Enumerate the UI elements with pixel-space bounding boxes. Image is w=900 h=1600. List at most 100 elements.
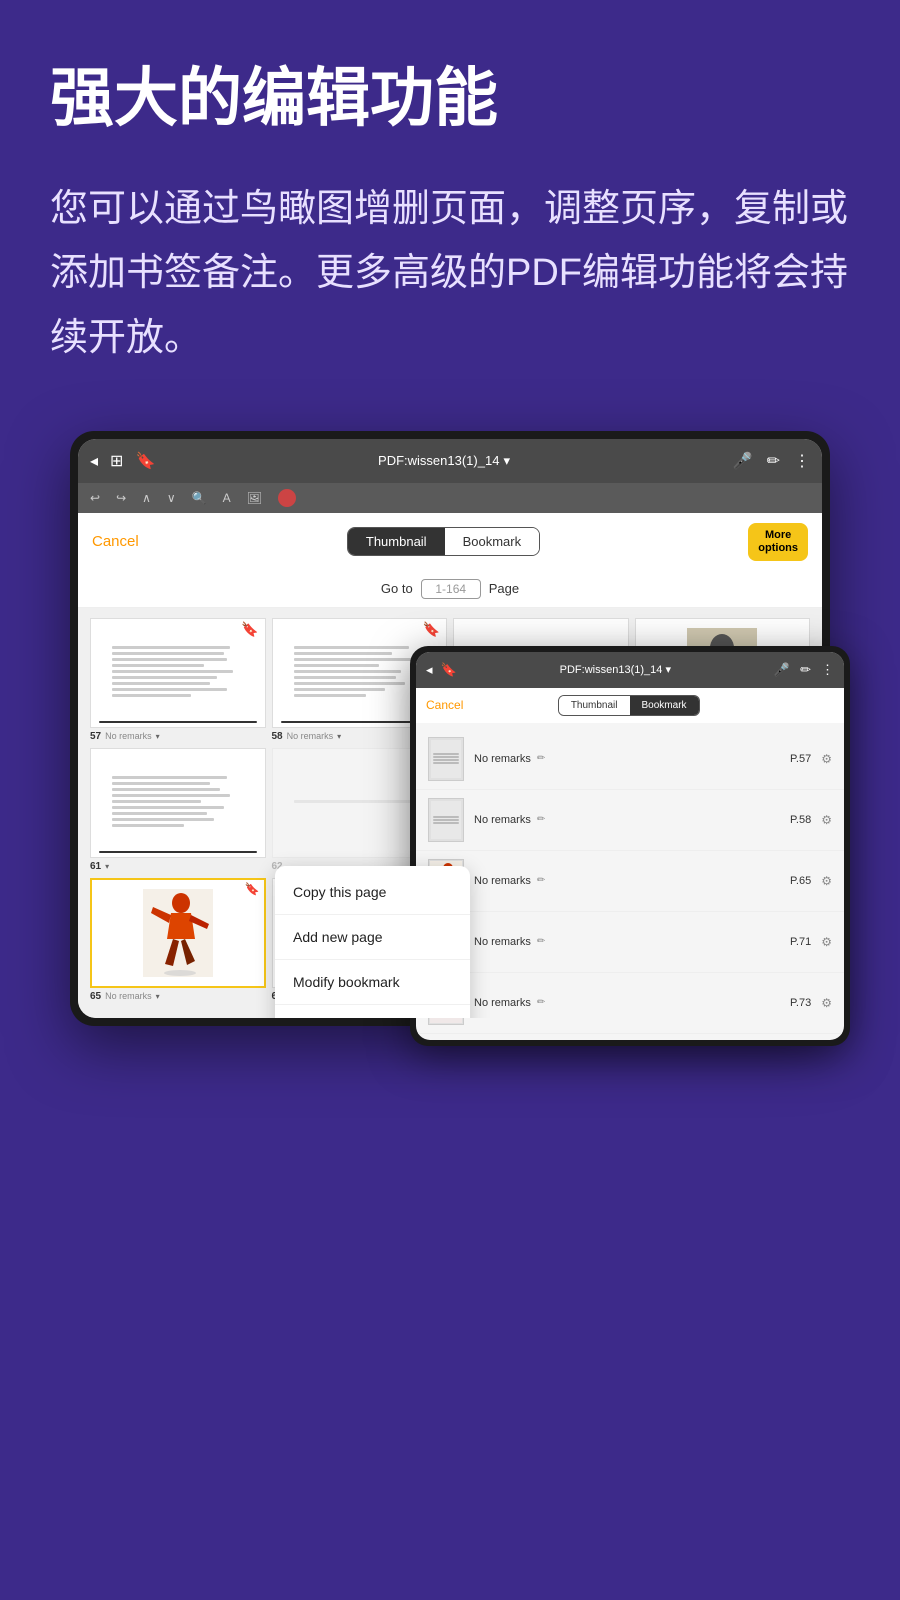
- thumb-lines-61: [108, 768, 247, 838]
- context-menu: Copy this page Add new page Modify bookm…: [275, 866, 470, 1018]
- bookmark-57: 🔖: [241, 621, 258, 638]
- bm-thumb-58: [428, 798, 464, 842]
- second-cancel-button[interactable]: Cancel: [426, 698, 463, 712]
- second-top-bar-left: ◂ 🔖: [426, 662, 457, 678]
- second-top-bar-title: PDF:wissen13(1)_14 ▾: [560, 663, 671, 676]
- top-bar-left: ◂ ⊞ 🔖: [90, 451, 155, 471]
- bm-settings-71[interactable]: ⚙: [821, 935, 832, 949]
- chevron-65[interactable]: ▾: [156, 992, 160, 1001]
- chevron-58[interactable]: ▾: [337, 732, 341, 741]
- bm-page-58: P.58: [790, 814, 811, 826]
- bm-text-57: No remarks: [474, 753, 531, 765]
- second-tab-group: Thumbnail Bookmark: [558, 695, 700, 716]
- bm-content-71: No remarks ✏: [474, 936, 780, 948]
- nav-down-icon[interactable]: ∨: [167, 491, 176, 505]
- menu-item-delete[interactable]: Delete this page: [275, 1005, 470, 1018]
- grid-icon[interactable]: ⊞: [110, 451, 123, 471]
- thumb-img-65[interactable]: 🔖: [90, 878, 266, 988]
- thumb-lines-57: [108, 638, 247, 708]
- bm-text-65: No remarks: [474, 875, 531, 887]
- bm-edit-71[interactable]: ✏: [537, 936, 545, 947]
- second-mic-icon[interactable]: 🎤: [774, 662, 790, 678]
- more-options-button[interactable]: Moreoptions: [748, 523, 808, 561]
- bm-text-71: No remarks: [474, 936, 531, 948]
- goto-input[interactable]: 1-164: [421, 579, 481, 599]
- bookmark-65: 🔖: [245, 882, 260, 896]
- second-pen-icon[interactable]: ✏: [800, 662, 811, 678]
- bm-content-65: No remarks ✏: [474, 875, 780, 887]
- bm-edit-57[interactable]: ✏: [537, 753, 545, 764]
- chevron-61[interactable]: ▾: [105, 862, 109, 871]
- top-bar-title: PDF:wissen13(1)_14 ▾: [378, 453, 510, 469]
- thumb-label-57: 57 No remarks ▾: [90, 731, 266, 742]
- second-top-bar: ◂ 🔖 PDF:wissen13(1)_14 ▾ 🎤 ✏ ⋮: [416, 652, 844, 688]
- thumb-cell-65: 🔖: [90, 878, 266, 1002]
- bm-edit-58[interactable]: ✏: [537, 814, 545, 825]
- tab-group: Thumbnail Bookmark: [347, 527, 540, 556]
- second-tab-thumbnail[interactable]: Thumbnail: [559, 696, 630, 715]
- menu-item-copy[interactable]: Copy this page: [275, 870, 470, 915]
- bookmark-58: 🔖: [423, 621, 440, 638]
- panel-header: Cancel Thumbnail Bookmark Moreoptions: [78, 513, 822, 571]
- bookmark-list: No remarks ✏ P.57 ⚙: [416, 723, 844, 1040]
- bm-content-58: No remarks ✏: [474, 814, 780, 826]
- mic-icon[interactable]: 🎤: [733, 451, 753, 471]
- back-icon[interactable]: ◂: [90, 451, 98, 471]
- bm-edit-73[interactable]: ✏: [537, 997, 545, 1008]
- page-container: 强大的编辑功能 您可以通过鸟瞰图增删页面，调整页序，复制或添加书签备注。更多高级…: [0, 0, 900, 1600]
- hero-title: 强大的编辑功能: [50, 60, 850, 137]
- bm-page-73: P.73: [790, 997, 811, 1009]
- top-bar-right: 🎤 ✏ ⋮: [733, 451, 810, 471]
- search-icon[interactable]: 🔍: [192, 491, 207, 505]
- menu-item-modify[interactable]: Modify bookmark: [275, 960, 470, 1005]
- bookmark-icon[interactable]: 🔖: [135, 451, 155, 471]
- hero-description: 您可以通过鸟瞰图增删页面，调整页序，复制或添加书签备注。更多高级的PDF编辑功能…: [50, 177, 850, 371]
- illustration-65: [143, 889, 213, 977]
- bm-page-57: P.57: [790, 753, 811, 765]
- tab-thumbnail[interactable]: Thumbnail: [348, 528, 445, 555]
- thumb-label-61: 61 ▾: [90, 861, 266, 872]
- menu-item-add[interactable]: Add new page: [275, 915, 470, 960]
- bm-settings-65[interactable]: ⚙: [821, 874, 832, 888]
- tab-bookmark[interactable]: Bookmark: [445, 528, 540, 555]
- toolbar-strip: ↩ ↪ ∧ ∨ 🔍 A 🖼: [78, 483, 822, 513]
- second-tab-bookmark[interactable]: Bookmark: [630, 696, 699, 715]
- second-more-icon[interactable]: ⋮: [821, 662, 834, 678]
- pen-icon[interactable]: ✏: [767, 451, 780, 471]
- bm-settings-58[interactable]: ⚙: [821, 813, 832, 827]
- top-bar: ◂ ⊞ 🔖 PDF:wissen13(1)_14 ▾ 🎤 ✏ ⋮: [78, 439, 822, 483]
- bm-page-65: P.65: [790, 875, 811, 887]
- thumb-cell-57: 🔖: [90, 618, 266, 742]
- chevron-57[interactable]: ▾: [156, 732, 160, 741]
- second-device-screen: ◂ 🔖 PDF:wissen13(1)_14 ▾ 🎤 ✏ ⋮ Ca: [416, 652, 844, 1040]
- second-back-icon[interactable]: ◂: [426, 662, 433, 678]
- bm-page-71: P.71: [790, 936, 811, 948]
- format-icon[interactable]: A: [223, 491, 231, 505]
- bm-settings-73[interactable]: ⚙: [821, 996, 832, 1010]
- second-bookmark-icon[interactable]: 🔖: [441, 662, 457, 678]
- cancel-button[interactable]: Cancel: [92, 533, 139, 550]
- bookmark-item-65: No remarks ✏ P.65 ⚙: [416, 851, 844, 912]
- goto-bar: Go to 1-164 Page: [78, 571, 822, 608]
- nav-up-icon[interactable]: ∧: [142, 491, 151, 505]
- second-panel-header: Cancel Thumbnail Bookmark: [416, 688, 844, 723]
- thumb-img-61[interactable]: [90, 748, 266, 858]
- bm-edit-65[interactable]: ✏: [537, 875, 545, 886]
- redo-icon[interactable]: ↪: [116, 491, 126, 505]
- bm-content-57: No remarks ✏: [474, 753, 780, 765]
- img-icon[interactable]: 🖼: [247, 491, 262, 505]
- more-icon[interactable]: ⋮: [794, 451, 810, 471]
- bm-text-58: No remarks: [474, 814, 531, 826]
- device-area: ◂ ⊞ 🔖 PDF:wissen13(1)_14 ▾ 🎤 ✏ ⋮: [50, 431, 850, 1026]
- bookmark-item-73: No remarks ✏ P.73 ⚙: [416, 973, 844, 1034]
- bookmark-item-71: No remarks ✏ P.71 ⚙: [416, 912, 844, 973]
- bm-settings-57[interactable]: ⚙: [821, 752, 832, 766]
- goto-label: Go to: [381, 581, 413, 596]
- thumb-img-57[interactable]: 🔖: [90, 618, 266, 728]
- avatar-icon[interactable]: [278, 489, 296, 507]
- thumb-cell-61: 61 ▾: [90, 748, 266, 872]
- undo-icon[interactable]: ↩: [90, 491, 100, 505]
- bm-thumb-57: [428, 737, 464, 781]
- bookmark-item-58: No remarks ✏ P.58 ⚙: [416, 790, 844, 851]
- bm-content-73: No remarks ✏: [474, 997, 780, 1009]
